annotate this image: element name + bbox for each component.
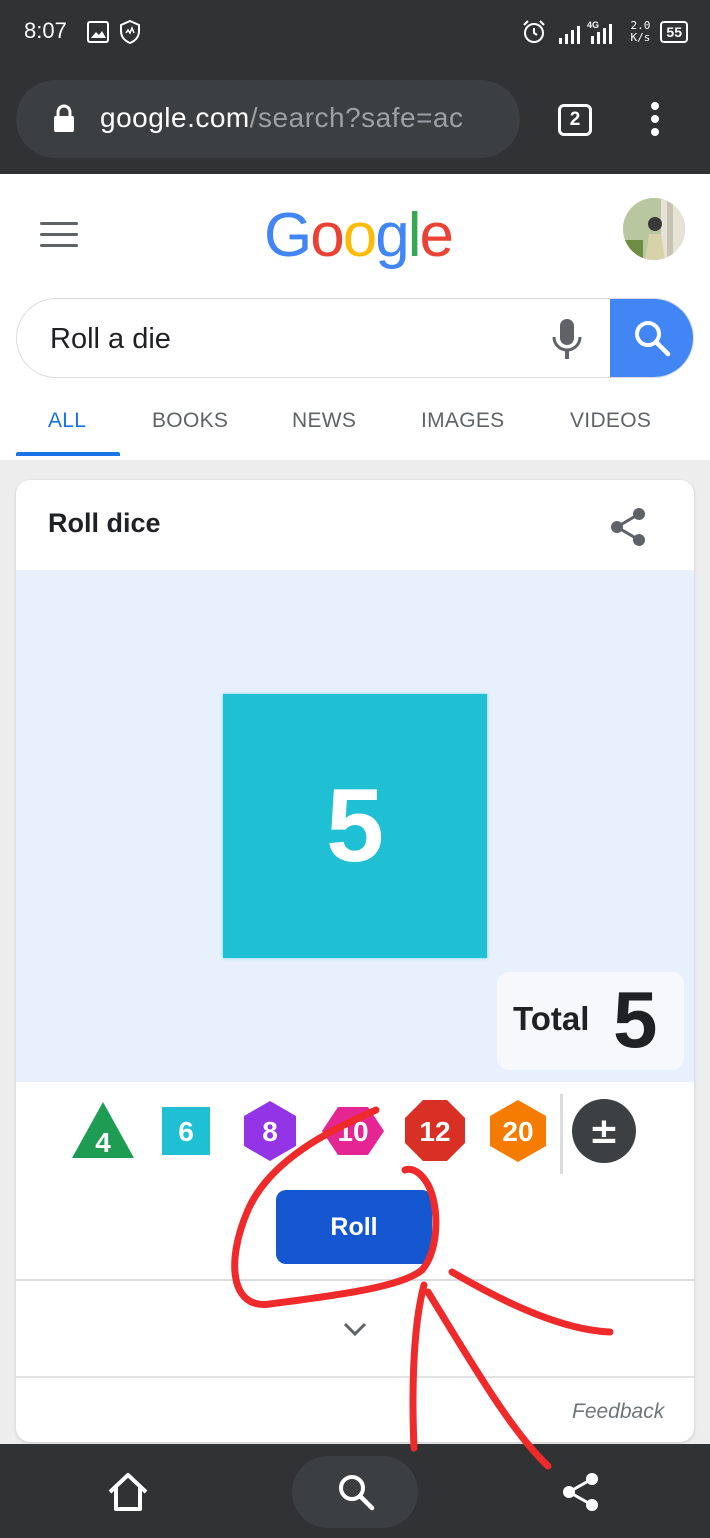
tab-books[interactable]: BOOKS [152, 409, 228, 433]
nav-search-button[interactable] [292, 1456, 418, 1528]
d12-label: 12 [419, 1116, 450, 1147]
rolled-die: 5 [223, 694, 487, 958]
roll-button[interactable]: Roll [276, 1190, 432, 1264]
url-text[interactable]: google.com/search?safe=ac [100, 102, 464, 134]
lock-icon [54, 104, 74, 132]
chevron-down-icon[interactable] [340, 1314, 370, 1344]
divider [16, 1376, 694, 1378]
mic-icon[interactable] [549, 317, 585, 361]
logo-letter: o [310, 201, 345, 270]
home-icon[interactable] [106, 1470, 150, 1514]
search-box[interactable]: Roll a die [16, 298, 694, 378]
d12-button[interactable]: 12 [402, 1098, 468, 1164]
feedback-link[interactable]: Feedback [572, 1400, 664, 1424]
d4-label: 4 [95, 1127, 111, 1158]
search-tabs: ALL BOOKS NEWS IMAGES VIDEOS [0, 402, 710, 458]
search-input[interactable]: Roll a die [50, 323, 171, 356]
tab-news[interactable]: NEWS [292, 409, 356, 433]
logo-letter: l [407, 201, 422, 270]
share-icon[interactable] [560, 1470, 602, 1514]
d20-button[interactable]: 20 [485, 1098, 551, 1164]
status-time: 8:07 [24, 18, 67, 43]
tabs-icon[interactable]: 2 [558, 104, 592, 136]
dice-display-area: 5 Total 5 [16, 570, 694, 1082]
search-icon [635, 321, 671, 357]
d4-button[interactable]: 4 [70, 1098, 136, 1164]
d20-label: 20 [502, 1116, 533, 1147]
alarm-icon [522, 20, 545, 43]
divider [16, 1279, 694, 1281]
battery-indicator: 55 [660, 21, 688, 43]
svg-text:4G: 4G [587, 20, 599, 30]
image-icon [87, 21, 109, 43]
active-tab-indicator [16, 452, 120, 456]
network-speed: 2.0 K/s [630, 19, 651, 44]
signal-icon: 4G [558, 20, 612, 44]
tab-all[interactable]: ALL [48, 409, 86, 433]
d6-label: 6 [178, 1116, 194, 1147]
browser-toolbar: google.com/search?safe=ac 2 [0, 64, 710, 174]
menu-icon[interactable] [40, 222, 78, 248]
total-label: Total [513, 1000, 590, 1037]
d8-label: 8 [262, 1116, 278, 1147]
tab-videos[interactable]: VIDEOS [570, 409, 651, 433]
logo-letter: e [419, 201, 454, 270]
google-logo[interactable]: Google [264, 200, 454, 271]
dice-selector-row: 4 6 8 10 12 20 ± [16, 1082, 694, 1178]
roll-dice-card: Roll dice 5 Total 5 4 6 8 10 12 20 ± Rol… [16, 480, 694, 1442]
tab-images[interactable]: IMAGES [421, 409, 504, 433]
search-button[interactable] [610, 299, 693, 377]
d6-button[interactable]: 6 [153, 1098, 219, 1164]
search-icon [339, 1475, 375, 1511]
status-indicators: 4G 2.0 K/s 55 [521, 16, 688, 48]
shield-icon [120, 19, 140, 45]
share-icon[interactable] [608, 506, 648, 548]
avatar[interactable] [623, 198, 685, 260]
d8-button[interactable]: 8 [237, 1098, 303, 1164]
more-vert-icon[interactable] [640, 100, 670, 140]
google-header: Google Roll a die ALL BOOKS NEWS IMAGES … [0, 174, 710, 460]
total-box: Total 5 [497, 972, 684, 1070]
logo-letter: g [375, 201, 410, 270]
card-title: Roll dice [48, 508, 161, 538]
d10-label: 10 [337, 1116, 368, 1147]
modifier-button[interactable]: ± [571, 1098, 637, 1164]
status-bar: 8:07 4G 2.0 K/s 55 [0, 0, 710, 64]
divider [560, 1094, 563, 1174]
d10-button[interactable]: 10 [320, 1098, 386, 1164]
logo-letter: G [264, 201, 312, 270]
total-value: 5 [613, 975, 658, 1064]
logo-letter: o [342, 201, 378, 270]
bottom-navigation [0, 1444, 710, 1538]
modifier-label: ± [589, 1111, 619, 1152]
url-bar[interactable]: google.com/search?safe=ac [16, 80, 520, 158]
